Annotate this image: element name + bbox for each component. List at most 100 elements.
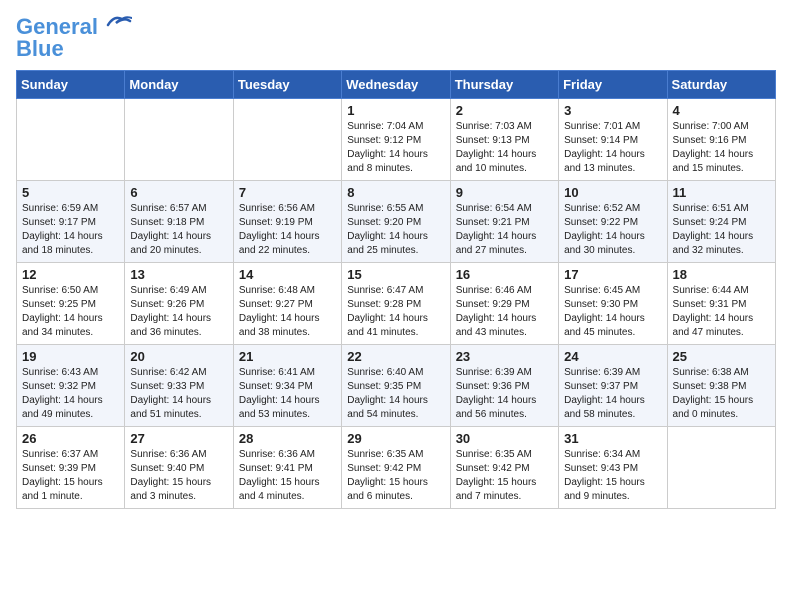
logo: General Blue	[16, 16, 132, 60]
calendar-week-row: 19 Sunrise: 6:43 AMSunset: 9:32 PMDayligh…	[17, 345, 776, 427]
day-number: 27	[130, 431, 227, 446]
day-info: Sunrise: 6:35 AMSunset: 9:42 PMDaylight:…	[347, 448, 444, 504]
day-info: Sunrise: 6:45 AMSunset: 9:30 PMDaylight:…	[564, 284, 661, 340]
day-info: Sunrise: 6:50 AMSunset: 9:25 PMDaylight:…	[22, 284, 119, 340]
calendar-week-row: 5 Sunrise: 6:59 AMSunset: 9:17 PMDaylight…	[17, 181, 776, 263]
calendar-cell: 18 Sunrise: 6:44 AMSunset: 9:31 PMDayligh…	[667, 263, 775, 345]
calendar-cell: 6 Sunrise: 6:57 AMSunset: 9:18 PMDaylight…	[125, 181, 233, 263]
day-info: Sunrise: 6:46 AMSunset: 9:29 PMDaylight:…	[456, 284, 553, 340]
day-number: 25	[673, 349, 770, 364]
day-info: Sunrise: 6:39 AMSunset: 9:36 PMDaylight:…	[456, 366, 553, 422]
day-number: 15	[347, 267, 444, 282]
day-number: 18	[673, 267, 770, 282]
logo-bird-icon	[100, 13, 132, 35]
calendar-cell: 5 Sunrise: 6:59 AMSunset: 9:17 PMDaylight…	[17, 181, 125, 263]
calendar-cell: 28 Sunrise: 6:36 AMSunset: 9:41 PMDayligh…	[233, 427, 341, 509]
calendar-week-row: 12 Sunrise: 6:50 AMSunset: 9:25 PMDayligh…	[17, 263, 776, 345]
day-number: 29	[347, 431, 444, 446]
day-info: Sunrise: 6:48 AMSunset: 9:27 PMDaylight:…	[239, 284, 336, 340]
day-number: 26	[22, 431, 119, 446]
day-number: 7	[239, 185, 336, 200]
day-number: 24	[564, 349, 661, 364]
day-info: Sunrise: 6:57 AMSunset: 9:18 PMDaylight:…	[130, 202, 227, 258]
calendar-cell: 23 Sunrise: 6:39 AMSunset: 9:36 PMDayligh…	[450, 345, 558, 427]
day-info: Sunrise: 6:37 AMSunset: 9:39 PMDaylight:…	[22, 448, 119, 504]
day-info: Sunrise: 7:01 AMSunset: 9:14 PMDaylight:…	[564, 120, 661, 176]
calendar-cell: 9Sunrise: 6:54 AMSunset: 9:21 PMDaylight…	[450, 181, 558, 263]
calendar-cell: 7 Sunrise: 6:56 AMSunset: 9:19 PMDaylight…	[233, 181, 341, 263]
day-info: Sunrise: 6:59 AMSunset: 9:17 PMDaylight:…	[22, 202, 119, 258]
col-header-friday: Friday	[559, 71, 667, 99]
calendar-week-row: 1 Sunrise: 7:04 AMSunset: 9:12 PMDaylight…	[17, 99, 776, 181]
calendar-cell	[17, 99, 125, 181]
calendar-cell: 4 Sunrise: 7:00 AMSunset: 9:16 PMDaylight…	[667, 99, 775, 181]
calendar-cell: 16 Sunrise: 6:46 AMSunset: 9:29 PMDayligh…	[450, 263, 558, 345]
day-info: Sunrise: 6:35 AMSunset: 9:42 PMDaylight:…	[456, 448, 553, 504]
day-number: 13	[130, 267, 227, 282]
day-number: 21	[239, 349, 336, 364]
page-header: General Blue	[16, 16, 776, 60]
day-number: 16	[456, 267, 553, 282]
day-number: 5	[22, 185, 119, 200]
day-info: Sunrise: 6:55 AMSunset: 9:20 PMDaylight:…	[347, 202, 444, 258]
calendar-cell: 17 Sunrise: 6:45 AMSunset: 9:30 PMDayligh…	[559, 263, 667, 345]
day-number: 12	[22, 267, 119, 282]
calendar-cell: 25 Sunrise: 6:38 AMSunset: 9:38 PMDayligh…	[667, 345, 775, 427]
day-number: 19	[22, 349, 119, 364]
calendar-cell	[125, 99, 233, 181]
calendar-cell: 12 Sunrise: 6:50 AMSunset: 9:25 PMDayligh…	[17, 263, 125, 345]
day-number: 31	[564, 431, 661, 446]
calendar-cell: 8 Sunrise: 6:55 AMSunset: 9:20 PMDaylight…	[342, 181, 450, 263]
day-info: Sunrise: 6:36 AMSunset: 9:41 PMDaylight:…	[239, 448, 336, 504]
day-number: 6	[130, 185, 227, 200]
day-number: 4	[673, 103, 770, 118]
calendar-table: SundayMondayTuesdayWednesdayThursdayFrid…	[16, 70, 776, 509]
day-number: 20	[130, 349, 227, 364]
day-number: 30	[456, 431, 553, 446]
day-info: Sunrise: 6:41 AMSunset: 9:34 PMDaylight:…	[239, 366, 336, 422]
calendar-week-row: 26 Sunrise: 6:37 AMSunset: 9:39 PMDayligh…	[17, 427, 776, 509]
day-number: 3	[564, 103, 661, 118]
logo-blue: Blue	[16, 38, 64, 60]
day-number: 28	[239, 431, 336, 446]
calendar-cell: 2Sunrise: 7:03 AMSunset: 9:13 PMDaylight…	[450, 99, 558, 181]
day-info: Sunrise: 6:52 AMSunset: 9:22 PMDaylight:…	[564, 202, 661, 258]
day-info: Sunrise: 6:39 AMSunset: 9:37 PMDaylight:…	[564, 366, 661, 422]
calendar-cell: 24 Sunrise: 6:39 AMSunset: 9:37 PMDayligh…	[559, 345, 667, 427]
day-info: Sunrise: 6:38 AMSunset: 9:38 PMDaylight:…	[673, 366, 770, 422]
day-info: Sunrise: 6:56 AMSunset: 9:19 PMDaylight:…	[239, 202, 336, 258]
calendar-header-row: SundayMondayTuesdayWednesdayThursdayFrid…	[17, 71, 776, 99]
calendar-cell: 26 Sunrise: 6:37 AMSunset: 9:39 PMDayligh…	[17, 427, 125, 509]
day-info: Sunrise: 7:04 AMSunset: 9:12 PMDaylight:…	[347, 120, 444, 176]
calendar-cell: 30 Sunrise: 6:35 AMSunset: 9:42 PMDayligh…	[450, 427, 558, 509]
col-header-wednesday: Wednesday	[342, 71, 450, 99]
day-info: Sunrise: 6:47 AMSunset: 9:28 PMDaylight:…	[347, 284, 444, 340]
day-number: 14	[239, 267, 336, 282]
day-info: Sunrise: 6:51 AMSunset: 9:24 PMDaylight:…	[673, 202, 770, 258]
day-info: Sunrise: 6:34 AMSunset: 9:43 PMDaylight:…	[564, 448, 661, 504]
col-header-sunday: Sunday	[17, 71, 125, 99]
calendar-cell: 1 Sunrise: 7:04 AMSunset: 9:12 PMDaylight…	[342, 99, 450, 181]
day-info: Sunrise: 6:40 AMSunset: 9:35 PMDaylight:…	[347, 366, 444, 422]
calendar-cell	[667, 427, 775, 509]
col-header-thursday: Thursday	[450, 71, 558, 99]
calendar-cell: 3 Sunrise: 7:01 AMSunset: 9:14 PMDaylight…	[559, 99, 667, 181]
day-number: 1	[347, 103, 444, 118]
calendar-cell: 14 Sunrise: 6:48 AMSunset: 9:27 PMDayligh…	[233, 263, 341, 345]
day-number: 8	[347, 185, 444, 200]
col-header-monday: Monday	[125, 71, 233, 99]
calendar-cell: 10Sunrise: 6:52 AMSunset: 9:22 PMDayligh…	[559, 181, 667, 263]
day-number: 17	[564, 267, 661, 282]
day-info: Sunrise: 6:44 AMSunset: 9:31 PMDaylight:…	[673, 284, 770, 340]
calendar-cell: 27 Sunrise: 6:36 AMSunset: 9:40 PMDayligh…	[125, 427, 233, 509]
day-info: Sunrise: 6:54 AMSunset: 9:21 PMDaylight:…	[456, 202, 553, 258]
day-info: Sunrise: 7:00 AMSunset: 9:16 PMDaylight:…	[673, 120, 770, 176]
calendar-cell: 15 Sunrise: 6:47 AMSunset: 9:28 PMDayligh…	[342, 263, 450, 345]
calendar-cell: 29 Sunrise: 6:35 AMSunset: 9:42 PMDayligh…	[342, 427, 450, 509]
day-info: Sunrise: 6:43 AMSunset: 9:32 PMDaylight:…	[22, 366, 119, 422]
calendar-cell	[233, 99, 341, 181]
day-info: Sunrise: 6:36 AMSunset: 9:40 PMDaylight:…	[130, 448, 227, 504]
day-number: 23	[456, 349, 553, 364]
logo-text: General	[16, 16, 98, 38]
calendar-cell: 19 Sunrise: 6:43 AMSunset: 9:32 PMDayligh…	[17, 345, 125, 427]
